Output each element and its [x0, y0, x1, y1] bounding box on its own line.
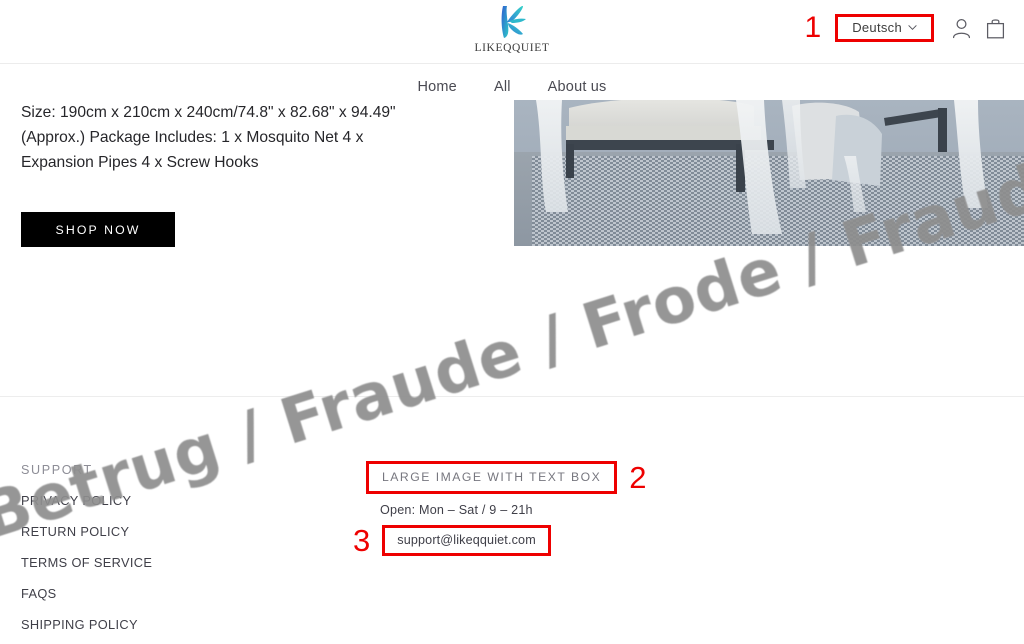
footer-heading-support: SUPPORT [21, 463, 93, 477]
nav-item-about-us[interactable]: About us [548, 79, 607, 95]
nav-item-all[interactable]: All [494, 79, 511, 95]
site-header: LIKEQQUIET 1 Deutsch [0, 0, 1024, 64]
language-selector-value: Deutsch [852, 20, 902, 35]
footer-link-shipping-policy[interactable]: SHIPPING POLICY [21, 617, 152, 632]
account-button[interactable] [944, 13, 978, 43]
opening-hours: Open: Mon – Sat / 9 – 21h [380, 503, 533, 517]
shop-now-button[interactable]: SHOP NOW [21, 212, 175, 247]
logo-wordmark: LIKEQQUIET [474, 42, 550, 54]
shopping-bag-icon [986, 18, 1004, 38]
footer-link-faqs[interactable]: FAQS [21, 586, 152, 601]
header-actions: 1 Deutsch [805, 12, 1012, 44]
footer-support-column: SUPPORT PRIVACY POLICY RETURN POLICY TER… [21, 463, 152, 644]
language-selector[interactable]: Deutsch [835, 14, 934, 42]
annotation-number-1: 1 [804, 11, 822, 44]
footer-link-privacy-policy[interactable]: PRIVACY POLICY [21, 493, 152, 508]
footer-divider [0, 396, 1024, 397]
bed-canopy-photo [514, 100, 1024, 246]
footer-link-terms-of-service[interactable]: TERMS OF SERVICE [21, 555, 152, 570]
large-image-text-box-title[interactable]: LARGE IMAGE WITH TEXT BOX [366, 461, 618, 494]
k-logo-icon [501, 6, 526, 38]
text-box-title-label: LARGE IMAGE WITH TEXT BOX [382, 470, 602, 484]
product-hero-image [514, 100, 1024, 246]
support-email[interactable]: support@likeqquiet.com [382, 525, 551, 556]
annotation-number-3: 3 [353, 523, 371, 558]
cart-button[interactable] [978, 13, 1012, 43]
footer-contact-block: LARGE IMAGE WITH TEXT BOX 2 Open: Mon – … [353, 460, 666, 556]
annotation-number-2: 2 [629, 460, 647, 495]
support-email-label: support@likeqquiet.com [397, 533, 536, 547]
account-person-icon [952, 18, 970, 38]
nav-item-home[interactable]: Home [417, 79, 456, 95]
product-description: Size: 190cm x 210cm x 240cm/74.8" x 82.6… [21, 104, 396, 171]
page-root: LIKEQQUIET 1 Deutsch Home All About us S… [0, 0, 1024, 644]
footer-link-return-policy[interactable]: RETURN POLICY [21, 524, 152, 539]
chevron-down-icon [908, 25, 917, 31]
